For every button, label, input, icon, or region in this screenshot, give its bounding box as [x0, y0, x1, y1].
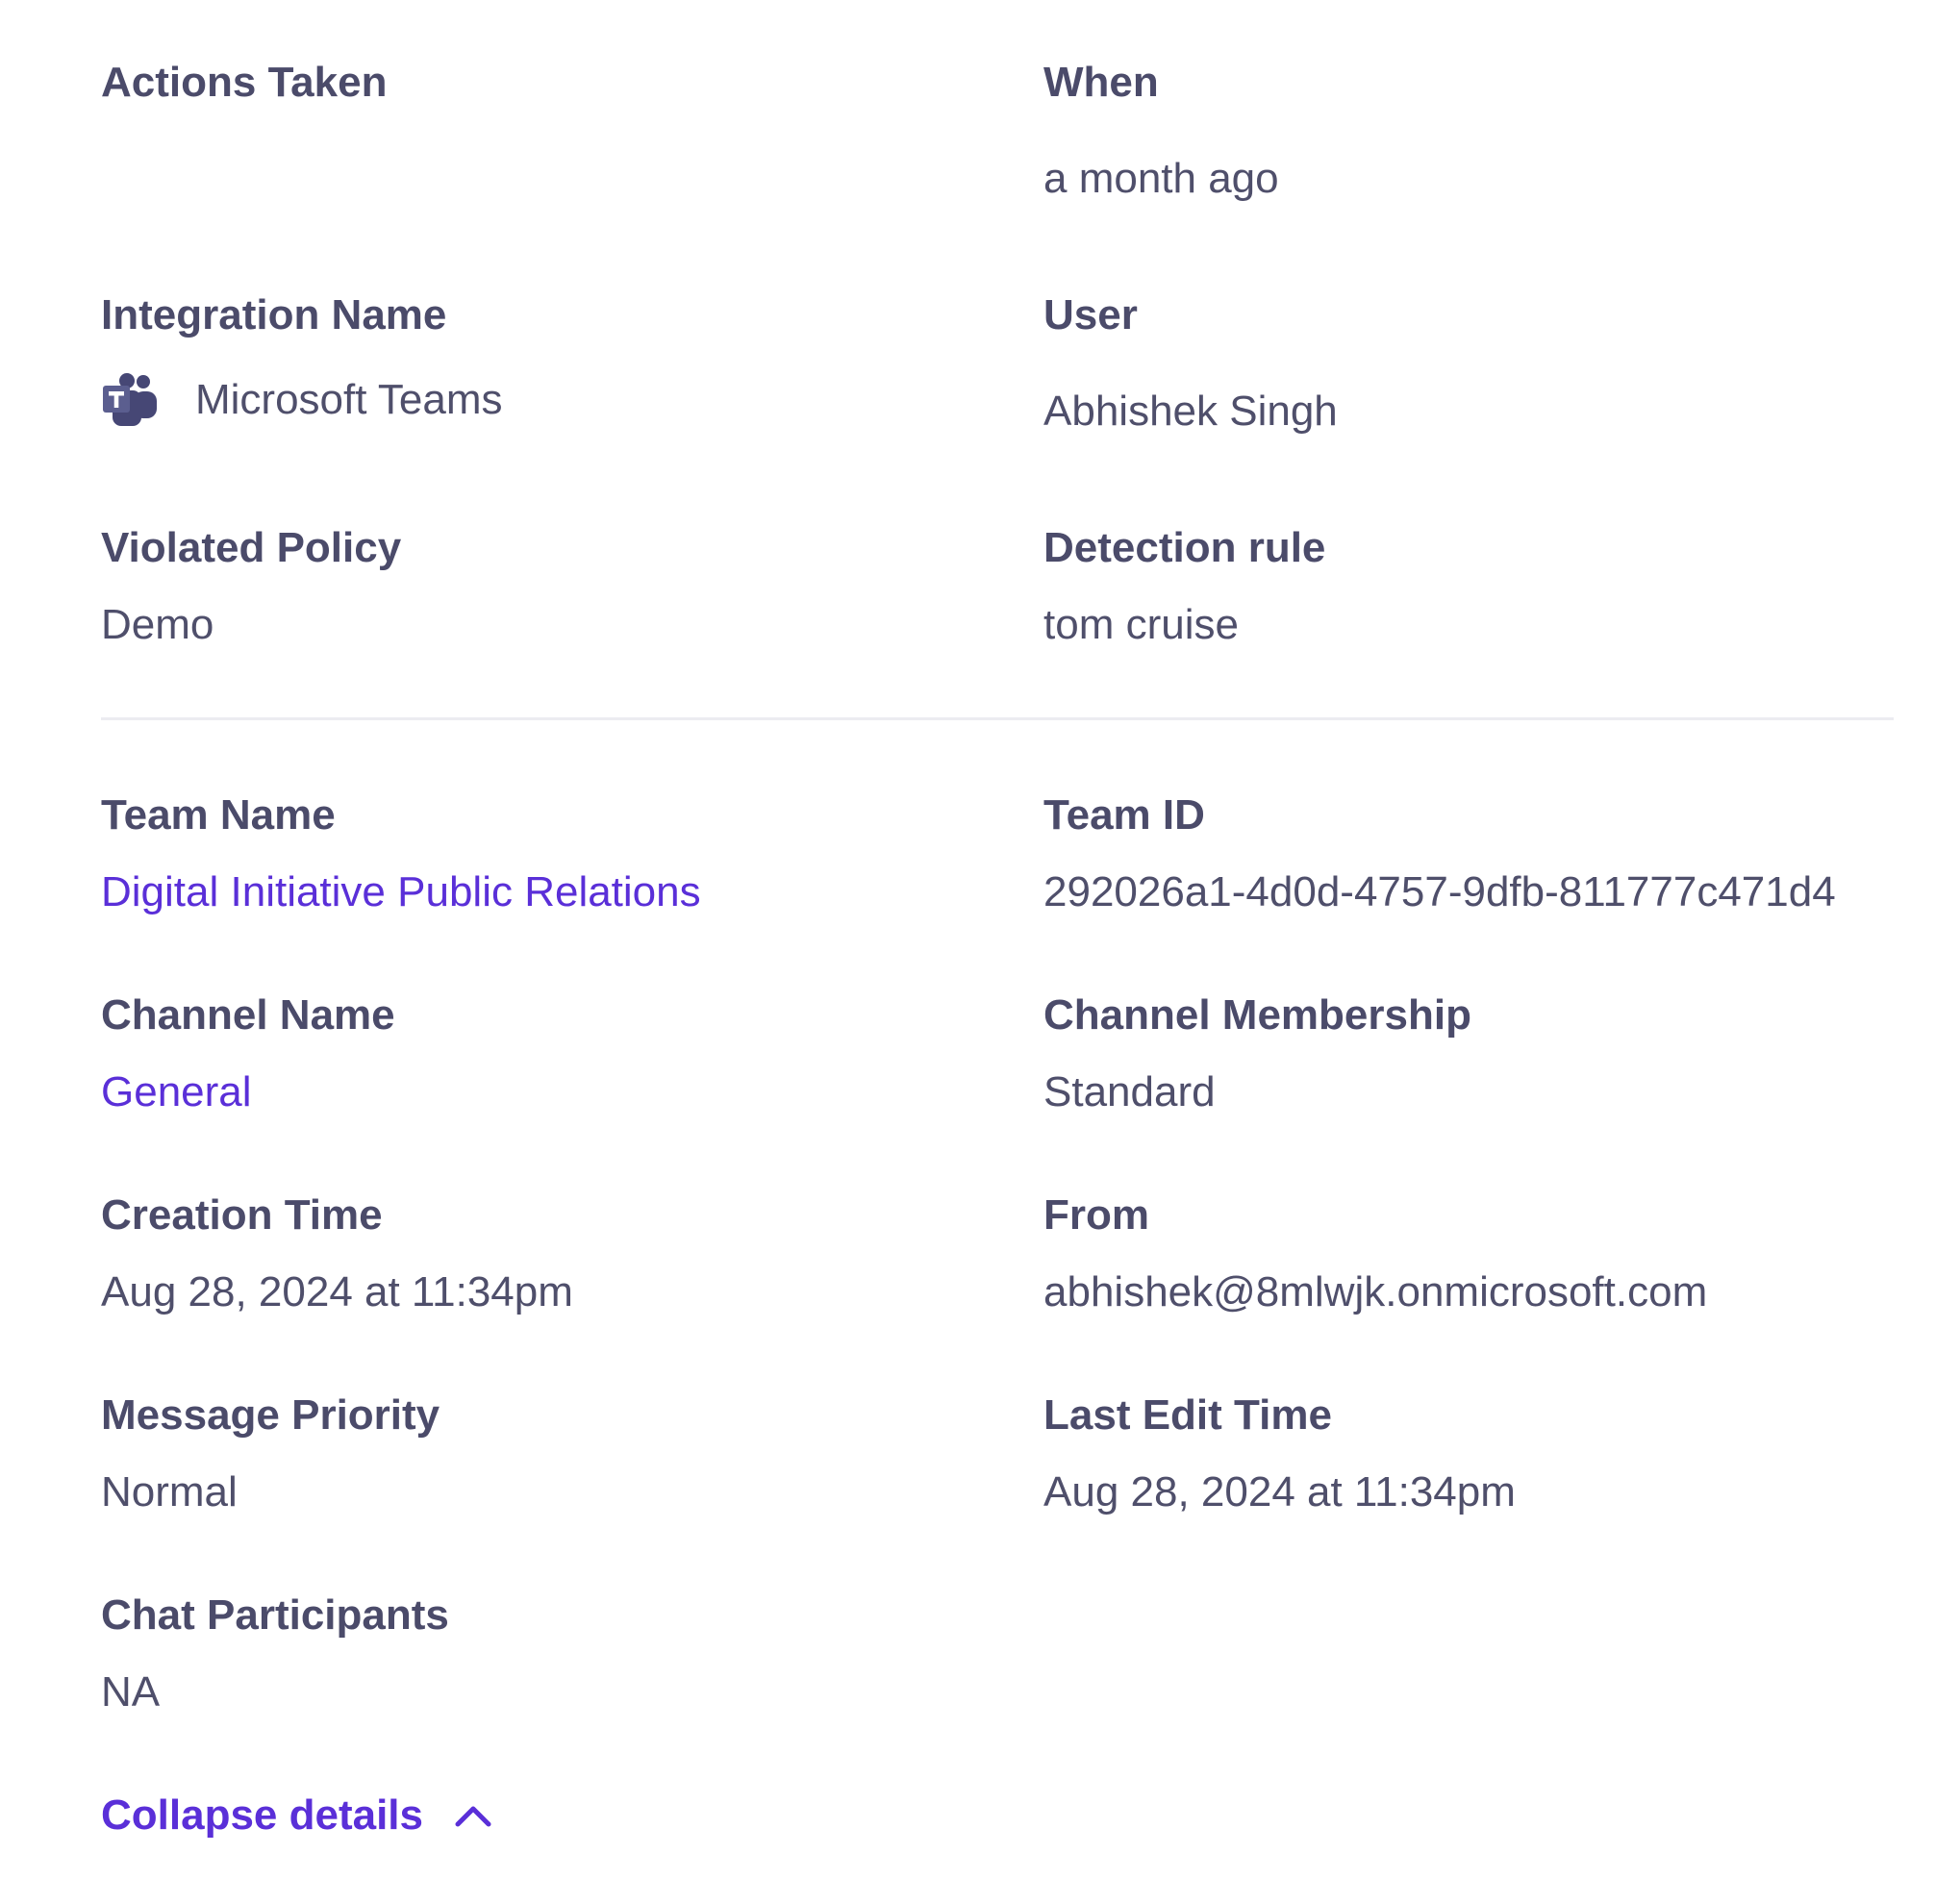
integration-name-value: Microsoft Teams — [195, 375, 503, 423]
channel-name-label: Channel Name — [101, 991, 395, 1039]
section-divider — [101, 717, 1894, 720]
channel-name-link[interactable]: General — [101, 1067, 252, 1118]
creation-time-field: Creation Time Aug 28, 2024 at 11:34pm — [101, 1190, 573, 1315]
integration-name-row: Microsoft Teams — [101, 372, 503, 428]
channel-membership-label: Channel Membership — [1043, 991, 1471, 1039]
integration-name-field: Integration Name Microsoft Teams — [101, 290, 503, 426]
user-label: User — [1043, 291, 1138, 338]
collapse-details-button[interactable]: Collapse details — [101, 1791, 494, 1841]
last-edit-time-field: Last Edit Time Aug 28, 2024 at 11:34pm — [1043, 1390, 1516, 1516]
user-value: Abhishek Singh — [1043, 388, 1338, 435]
from-label: From — [1043, 1191, 1149, 1239]
actions-taken-label: Actions Taken — [101, 59, 388, 106]
violated-policy-label: Violated Policy — [101, 524, 402, 571]
detection-rule-label: Detection rule — [1043, 524, 1326, 571]
chat-participants-field: Chat Participants NA — [101, 1591, 449, 1716]
message-priority-value: Normal — [101, 1468, 238, 1516]
team-id-field: Team ID 292026a1-4d0d-4757-9dfb-811777c4… — [1043, 790, 1836, 915]
creation-time-value: Aug 28, 2024 at 11:34pm — [101, 1268, 573, 1315]
last-edit-time-value: Aug 28, 2024 at 11:34pm — [1043, 1468, 1516, 1516]
collapse-details-label: Collapse details — [101, 1791, 424, 1839]
chevron-up-icon — [452, 1801, 494, 1830]
team-name-link[interactable]: Digital Initiative Public Relations — [101, 867, 701, 918]
channel-membership-field: Channel Membership Standard — [1043, 990, 1471, 1115]
channel-membership-value: Standard — [1043, 1068, 1216, 1115]
violated-policy-field: Violated Policy Demo — [101, 523, 402, 648]
creation-time-label: Creation Time — [101, 1191, 383, 1239]
last-edit-time-label: Last Edit Time — [1043, 1391, 1332, 1439]
when-label: When — [1043, 59, 1159, 106]
when-field: When a month ago — [1043, 58, 1279, 202]
chat-participants-value: NA — [101, 1668, 161, 1716]
team-id-label: Team ID — [1043, 791, 1205, 839]
chat-participants-label: Chat Participants — [101, 1591, 449, 1639]
actions-taken-field: Actions Taken — [101, 58, 387, 109]
detection-rule-value: tom cruise — [1043, 601, 1239, 648]
detection-rule-field: Detection rule tom cruise — [1043, 523, 1326, 648]
team-name-field: Team Name Digital Initiative Public Rela… — [101, 790, 701, 915]
user-field: User Abhishek Singh — [1043, 290, 1338, 435]
message-priority-label: Message Priority — [101, 1391, 440, 1439]
team-name-label: Team Name — [101, 791, 336, 839]
microsoft-teams-icon — [101, 372, 161, 428]
from-field: From abhishek@8mlwjk.onmicrosoft.com — [1043, 1190, 1707, 1315]
message-priority-field: Message Priority Normal — [101, 1390, 440, 1516]
when-value: a month ago — [1043, 155, 1279, 202]
from-value: abhishek@8mlwjk.onmicrosoft.com — [1043, 1268, 1708, 1315]
integration-name-label: Integration Name — [101, 291, 447, 338]
team-id-value: 292026a1-4d0d-4757-9dfb-811777c471d4 — [1043, 868, 1836, 915]
violated-policy-value: Demo — [101, 601, 214, 648]
incident-details-panel: Actions Taken When a month ago Integrati… — [0, 0, 1935, 1904]
channel-name-field: Channel Name General — [101, 990, 395, 1115]
